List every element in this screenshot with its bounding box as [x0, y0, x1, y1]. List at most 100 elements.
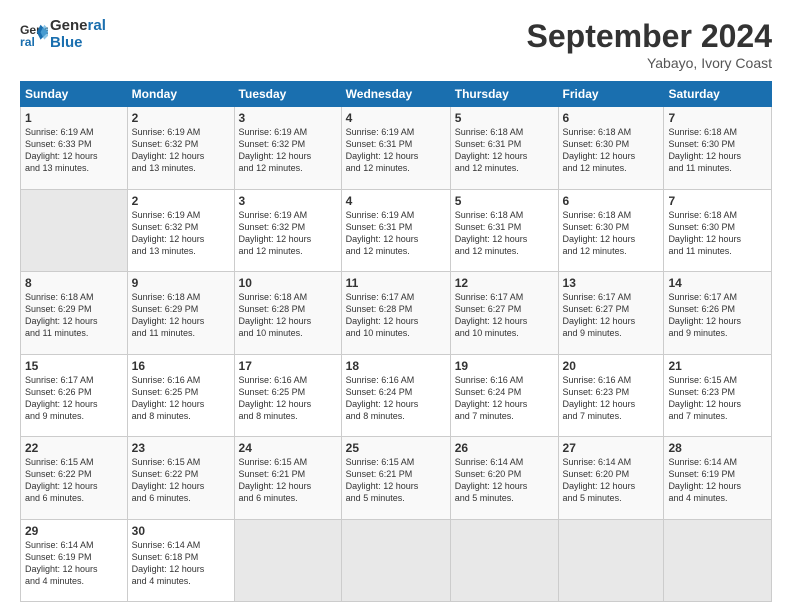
day-info: Sunrise: 6:18 AM Sunset: 6:30 PM Dayligh… [668, 126, 767, 175]
table-row: 17Sunrise: 6:16 AM Sunset: 6:25 PM Dayli… [234, 354, 341, 437]
day-number: 28 [668, 441, 767, 455]
day-number: 1 [25, 111, 123, 125]
day-number: 4 [346, 194, 446, 208]
day-number: 6 [563, 111, 660, 125]
table-row: 4Sunrise: 6:19 AM Sunset: 6:31 PM Daylig… [341, 189, 450, 272]
day-info: Sunrise: 6:15 AM Sunset: 6:23 PM Dayligh… [668, 374, 767, 423]
day-number: 8 [25, 276, 123, 290]
table-row [450, 519, 558, 602]
day-number: 4 [346, 111, 446, 125]
table-row: 16Sunrise: 6:16 AM Sunset: 6:25 PM Dayli… [127, 354, 234, 437]
logo-blue: Blue [50, 35, 106, 52]
table-row: 9Sunrise: 6:18 AM Sunset: 6:29 PM Daylig… [127, 272, 234, 355]
table-row: 27Sunrise: 6:14 AM Sunset: 6:20 PM Dayli… [558, 437, 664, 520]
day-number: 12 [455, 276, 554, 290]
day-number: 24 [239, 441, 337, 455]
day-info: Sunrise: 6:18 AM Sunset: 6:31 PM Dayligh… [455, 126, 554, 175]
table-row: 3Sunrise: 6:19 AM Sunset: 6:32 PM Daylig… [234, 189, 341, 272]
day-info: Sunrise: 6:17 AM Sunset: 6:26 PM Dayligh… [668, 291, 767, 340]
day-number: 19 [455, 359, 554, 373]
day-info: Sunrise: 6:15 AM Sunset: 6:21 PM Dayligh… [346, 456, 446, 505]
day-info: Sunrise: 6:15 AM Sunset: 6:22 PM Dayligh… [25, 456, 123, 505]
day-info: Sunrise: 6:19 AM Sunset: 6:32 PM Dayligh… [239, 209, 337, 258]
table-row: 15Sunrise: 6:17 AM Sunset: 6:26 PM Dayli… [21, 354, 128, 437]
day-number: 3 [239, 194, 337, 208]
table-row: 1Sunrise: 6:19 AM Sunset: 6:33 PM Daylig… [21, 107, 128, 190]
day-number: 6 [563, 194, 660, 208]
day-info: Sunrise: 6:19 AM Sunset: 6:31 PM Dayligh… [346, 126, 446, 175]
logo-icon: Gene ral [20, 21, 48, 49]
table-row: 24Sunrise: 6:15 AM Sunset: 6:21 PM Dayli… [234, 437, 341, 520]
table-row: 7Sunrise: 6:18 AM Sunset: 6:30 PM Daylig… [664, 189, 772, 272]
table-row: 4Sunrise: 6:19 AM Sunset: 6:31 PM Daylig… [341, 107, 450, 190]
day-info: Sunrise: 6:18 AM Sunset: 6:30 PM Dayligh… [563, 209, 660, 258]
month-title: September 2024 [527, 18, 772, 55]
table-row: 5Sunrise: 6:18 AM Sunset: 6:31 PM Daylig… [450, 189, 558, 272]
day-number: 26 [455, 441, 554, 455]
col-saturday: Saturday [664, 82, 772, 107]
table-row [341, 519, 450, 602]
col-thursday: Thursday [450, 82, 558, 107]
day-number: 22 [25, 441, 123, 455]
day-number: 5 [455, 194, 554, 208]
logo: Gene ral General Blue [20, 18, 106, 51]
day-number: 7 [668, 111, 767, 125]
day-number: 25 [346, 441, 446, 455]
day-info: Sunrise: 6:16 AM Sunset: 6:25 PM Dayligh… [132, 374, 230, 423]
day-number: 15 [25, 359, 123, 373]
table-row: 29Sunrise: 6:14 AM Sunset: 6:19 PM Dayli… [21, 519, 128, 602]
day-number: 2 [132, 111, 230, 125]
day-info: Sunrise: 6:16 AM Sunset: 6:23 PM Dayligh… [563, 374, 660, 423]
day-number: 29 [25, 524, 123, 538]
day-number: 20 [563, 359, 660, 373]
day-info: Sunrise: 6:17 AM Sunset: 6:27 PM Dayligh… [455, 291, 554, 340]
day-number: 11 [346, 276, 446, 290]
day-info: Sunrise: 6:18 AM Sunset: 6:29 PM Dayligh… [25, 291, 123, 340]
table-row: 13Sunrise: 6:17 AM Sunset: 6:27 PM Dayli… [558, 272, 664, 355]
table-row: 20Sunrise: 6:16 AM Sunset: 6:23 PM Dayli… [558, 354, 664, 437]
table-row [234, 519, 341, 602]
calendar-table: Sunday Monday Tuesday Wednesday Thursday… [20, 81, 772, 602]
table-row: 30Sunrise: 6:14 AM Sunset: 6:18 PM Dayli… [127, 519, 234, 602]
table-row [558, 519, 664, 602]
table-row [21, 189, 128, 272]
day-number: 17 [239, 359, 337, 373]
day-info: Sunrise: 6:14 AM Sunset: 6:20 PM Dayligh… [455, 456, 554, 505]
table-row: 14Sunrise: 6:17 AM Sunset: 6:26 PM Dayli… [664, 272, 772, 355]
day-info: Sunrise: 6:18 AM Sunset: 6:30 PM Dayligh… [668, 209, 767, 258]
table-row: 3Sunrise: 6:19 AM Sunset: 6:32 PM Daylig… [234, 107, 341, 190]
day-number: 5 [455, 111, 554, 125]
day-info: Sunrise: 6:14 AM Sunset: 6:19 PM Dayligh… [668, 456, 767, 505]
day-number: 9 [132, 276, 230, 290]
table-row: 25Sunrise: 6:15 AM Sunset: 6:21 PM Dayli… [341, 437, 450, 520]
day-number: 27 [563, 441, 660, 455]
day-info: Sunrise: 6:19 AM Sunset: 6:32 PM Dayligh… [132, 209, 230, 258]
day-info: Sunrise: 6:14 AM Sunset: 6:20 PM Dayligh… [563, 456, 660, 505]
day-info: Sunrise: 6:18 AM Sunset: 6:30 PM Dayligh… [563, 126, 660, 175]
day-info: Sunrise: 6:15 AM Sunset: 6:22 PM Dayligh… [132, 456, 230, 505]
day-info: Sunrise: 6:14 AM Sunset: 6:18 PM Dayligh… [132, 539, 230, 588]
day-info: Sunrise: 6:19 AM Sunset: 6:31 PM Dayligh… [346, 209, 446, 258]
table-row [664, 519, 772, 602]
table-row: 10Sunrise: 6:18 AM Sunset: 6:28 PM Dayli… [234, 272, 341, 355]
day-number: 7 [668, 194, 767, 208]
table-row: 12Sunrise: 6:17 AM Sunset: 6:27 PM Dayli… [450, 272, 558, 355]
day-info: Sunrise: 6:19 AM Sunset: 6:33 PM Dayligh… [25, 126, 123, 175]
table-row: 6Sunrise: 6:18 AM Sunset: 6:30 PM Daylig… [558, 107, 664, 190]
table-row: 2Sunrise: 6:19 AM Sunset: 6:32 PM Daylig… [127, 107, 234, 190]
table-row: 8Sunrise: 6:18 AM Sunset: 6:29 PM Daylig… [21, 272, 128, 355]
day-number: 14 [668, 276, 767, 290]
table-row: 6Sunrise: 6:18 AM Sunset: 6:30 PM Daylig… [558, 189, 664, 272]
day-info: Sunrise: 6:18 AM Sunset: 6:29 PM Dayligh… [132, 291, 230, 340]
calendar-header-row: Sunday Monday Tuesday Wednesday Thursday… [21, 82, 772, 107]
col-friday: Friday [558, 82, 664, 107]
table-row: 23Sunrise: 6:15 AM Sunset: 6:22 PM Dayli… [127, 437, 234, 520]
day-info: Sunrise: 6:17 AM Sunset: 6:28 PM Dayligh… [346, 291, 446, 340]
table-row: 11Sunrise: 6:17 AM Sunset: 6:28 PM Dayli… [341, 272, 450, 355]
col-sunday: Sunday [21, 82, 128, 107]
day-number: 23 [132, 441, 230, 455]
day-number: 16 [132, 359, 230, 373]
table-row: 22Sunrise: 6:15 AM Sunset: 6:22 PM Dayli… [21, 437, 128, 520]
table-row: 5Sunrise: 6:18 AM Sunset: 6:31 PM Daylig… [450, 107, 558, 190]
table-row: 26Sunrise: 6:14 AM Sunset: 6:20 PM Dayli… [450, 437, 558, 520]
